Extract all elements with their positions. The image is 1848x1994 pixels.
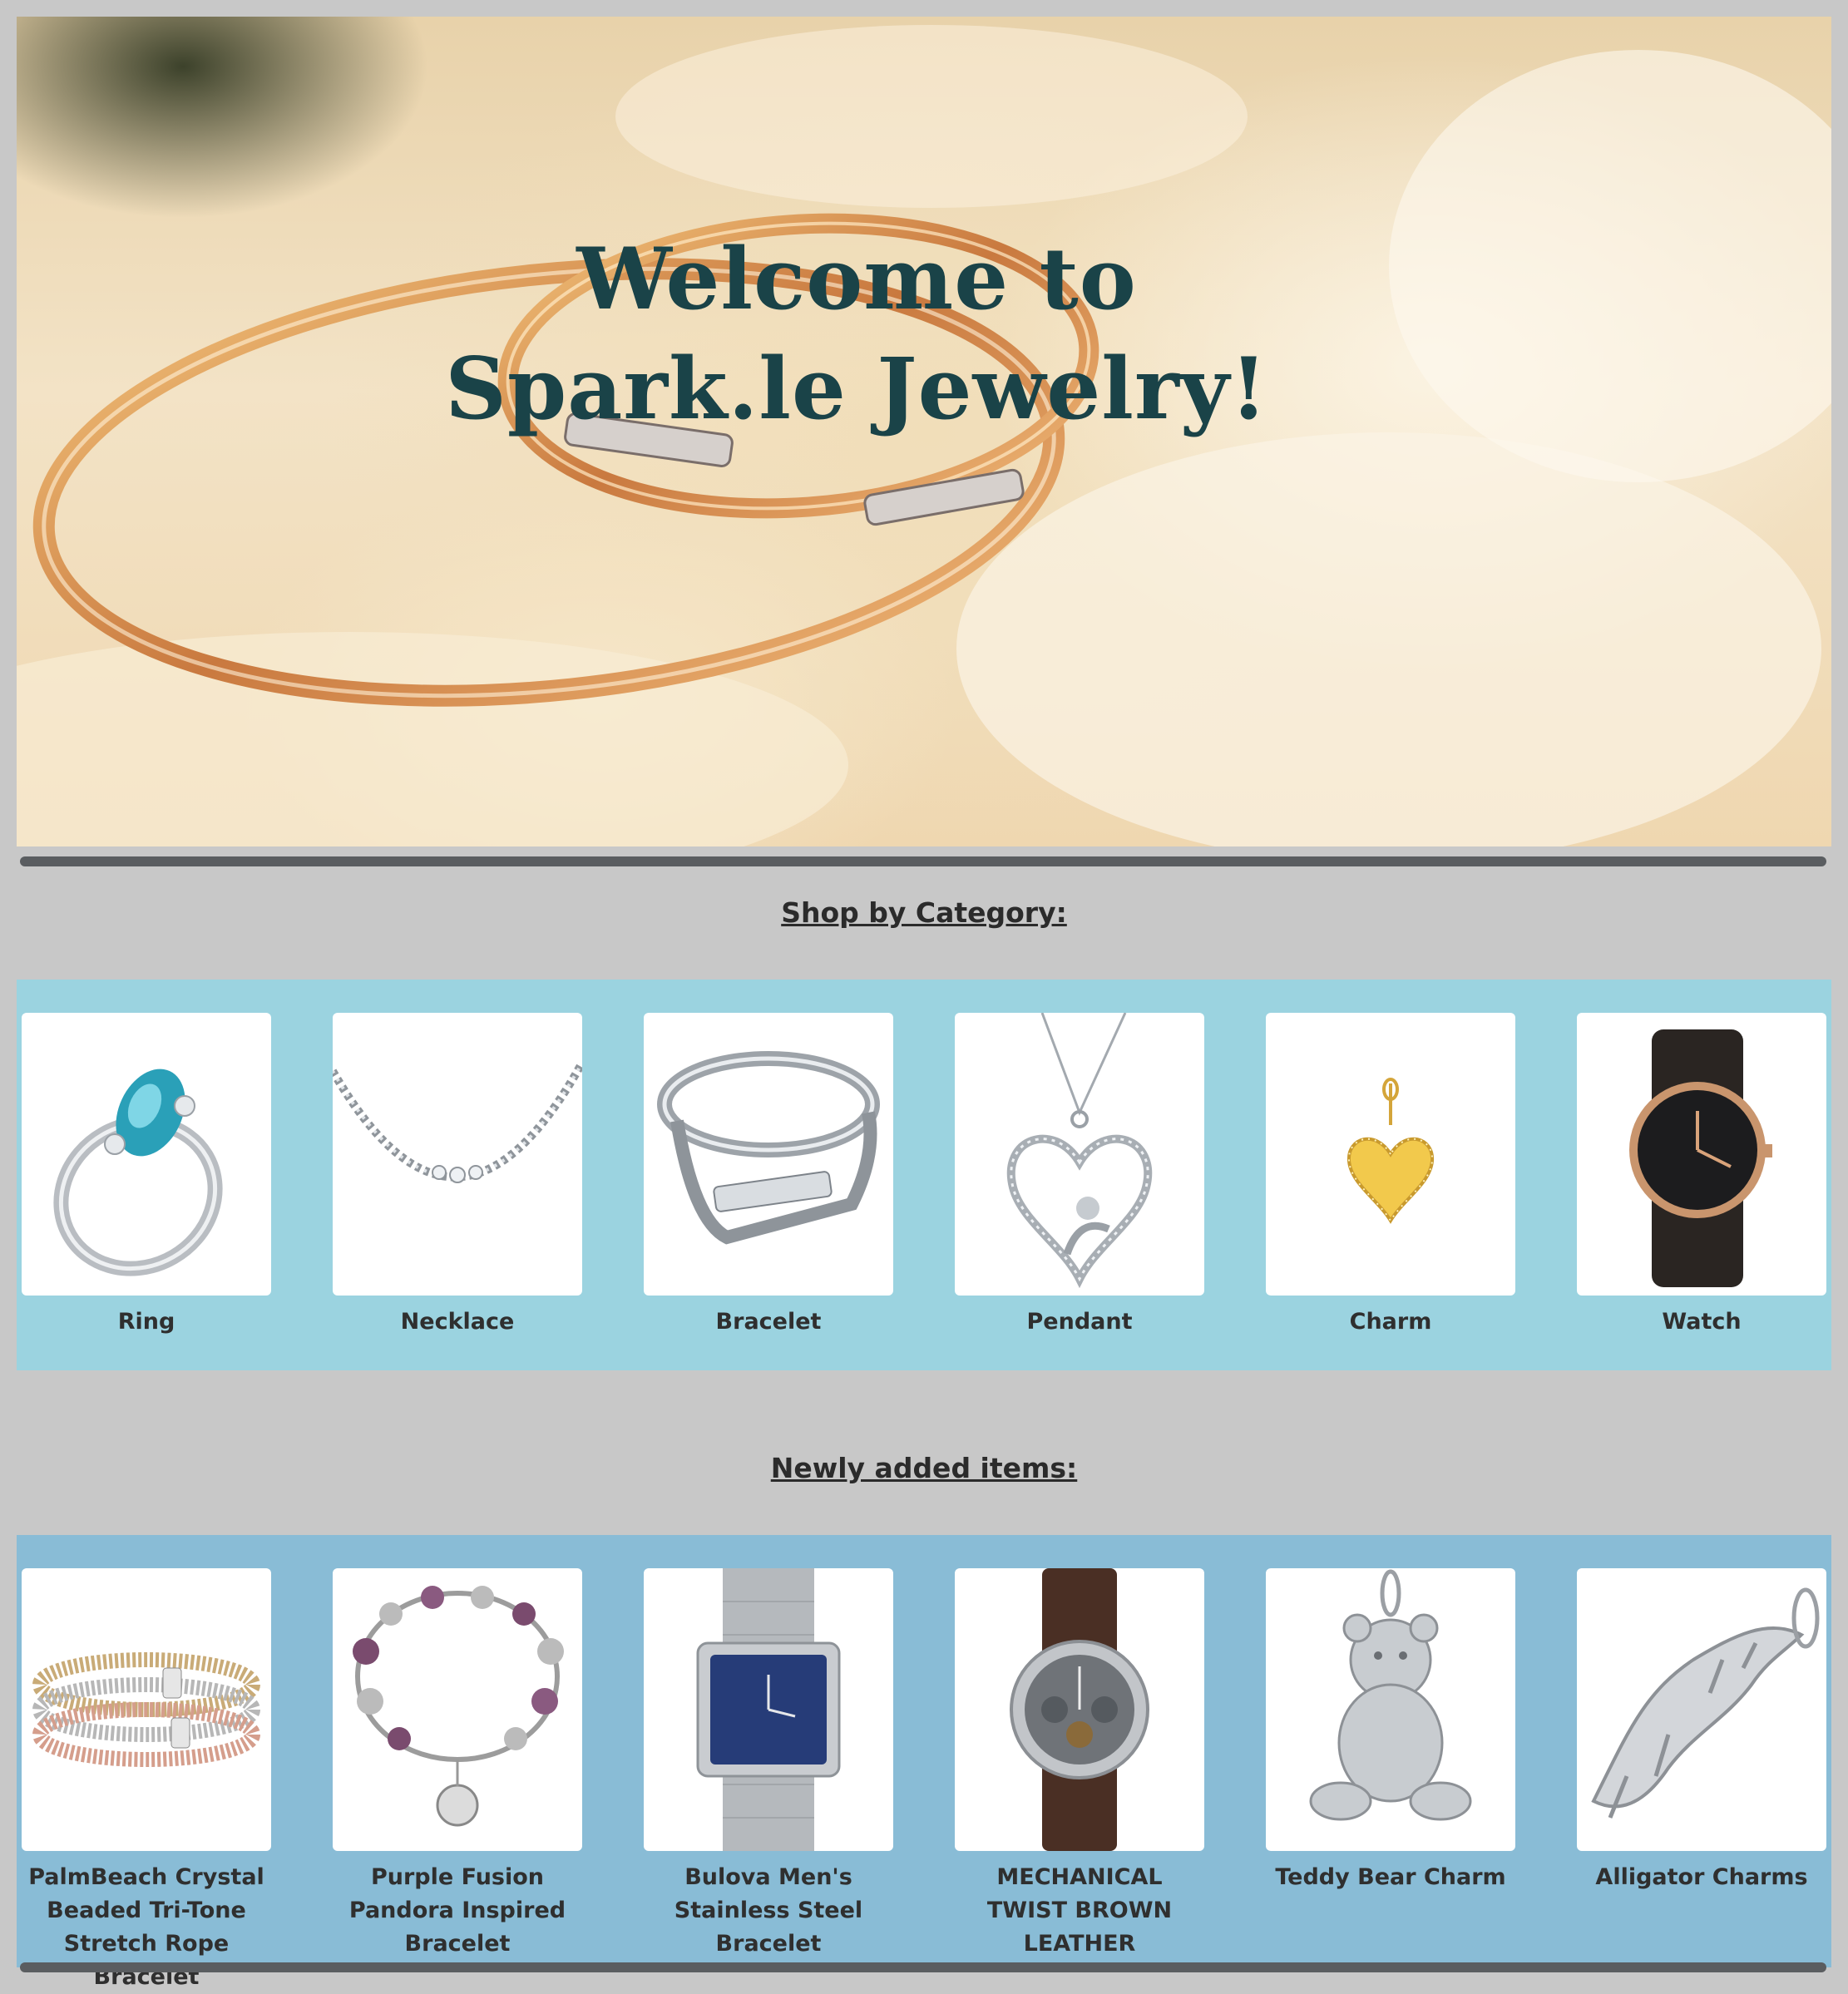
new-item-thumb[interactable]: [644, 1568, 893, 1851]
hero-title-line2: Spark.le Jewelry!: [445, 339, 1268, 439]
new-item-label[interactable]: MECHANICAL TWIST BROWN LEATHER: [955, 1861, 1204, 1961]
new-item-card[interactable]: Teddy Bear Charm: [1266, 1568, 1515, 1894]
category-card-charm[interactable]: Charm: [1266, 1013, 1515, 1339]
category-label-ring[interactable]: Ring: [22, 1305, 271, 1339]
category-card-pendant[interactable]: Pendant: [955, 1013, 1204, 1339]
category-card-watch[interactable]: Watch: [1577, 1013, 1826, 1339]
new-item-label[interactable]: Purple Fusion Pandora Inspired Bracelet: [333, 1861, 582, 1961]
shop-by-category-heading: Shop by Category:: [781, 896, 1067, 929]
charm-bracelet-image: [353, 1586, 564, 1827]
charm-icon: [1346, 1078, 1435, 1224]
new-item-thumb[interactable]: [22, 1568, 271, 1851]
alligator-charm-image: [1591, 1587, 1820, 1819]
watch-icon: [1629, 1029, 1772, 1287]
bracelet-icon: [657, 1051, 880, 1245]
new-items-band: PalmBeach Crystal Beaded Tri-Tone Stretc…: [17, 1535, 1831, 1990]
steel-watch-image: [696, 1568, 841, 1851]
category-thumb-ring[interactable]: [22, 1013, 271, 1296]
ring-icon: [53, 1069, 223, 1276]
new-item-card[interactable]: Alligator Charms: [1577, 1568, 1826, 1894]
hero-divider: [20, 856, 1826, 866]
category-card-necklace[interactable]: Necklace: [333, 1013, 582, 1339]
bottom-divider: [20, 1962, 1826, 1972]
new-item-card[interactable]: Bulova Men's Stainless Steel Bracelet: [644, 1568, 893, 1961]
category-thumb-charm[interactable]: [1266, 1013, 1515, 1296]
hero-title: Welcome to Spark.le Jewelry!: [17, 225, 1697, 444]
category-label-charm[interactable]: Charm: [1266, 1305, 1515, 1339]
new-item-label[interactable]: Alligator Charms: [1577, 1861, 1826, 1894]
new-item-label[interactable]: Teddy Bear Charm: [1266, 1861, 1515, 1894]
new-item-label[interactable]: PalmBeach Crystal Beaded Tri-Tone Stretc…: [22, 1861, 271, 1994]
new-item-thumb[interactable]: [1266, 1568, 1515, 1851]
category-band: Ring Necklace Bracelet Pendant Charm Wat…: [17, 980, 1831, 1370]
new-item-card[interactable]: PalmBeach Crystal Beaded Tri-Tone Stretc…: [22, 1568, 271, 1994]
new-item-card[interactable]: MECHANICAL TWIST BROWN LEATHER: [955, 1568, 1204, 1961]
stretch-bracelet-image: [32, 1652, 260, 1767]
category-thumb-bracelet[interactable]: [644, 1013, 893, 1296]
necklace-icon: [333, 1060, 582, 1183]
category-thumb-watch[interactable]: [1577, 1013, 1826, 1296]
leather-watch-image: [1010, 1568, 1149, 1851]
new-item-thumb[interactable]: [1577, 1568, 1826, 1851]
new-item-card[interactable]: Purple Fusion Pandora Inspired Bracelet: [333, 1568, 582, 1961]
category-card-ring[interactable]: Ring: [22, 1013, 271, 1339]
category-thumb-pendant[interactable]: [955, 1013, 1204, 1296]
category-thumb-necklace[interactable]: [333, 1013, 582, 1296]
newly-added-heading: Newly added items:: [770, 1452, 1078, 1484]
category-label-watch[interactable]: Watch: [1577, 1305, 1826, 1339]
category-card-bracelet[interactable]: Bracelet: [644, 1013, 893, 1339]
new-item-thumb[interactable]: [333, 1568, 582, 1851]
pendant-icon: [1006, 1013, 1153, 1289]
category-label-bracelet[interactable]: Bracelet: [644, 1305, 893, 1339]
category-label-pendant[interactable]: Pendant: [955, 1305, 1204, 1339]
teddy-bear-charm-image: [1309, 1569, 1472, 1821]
hero-title-line1: Welcome to: [576, 230, 1137, 329]
new-item-label[interactable]: Bulova Men's Stainless Steel Bracelet: [644, 1861, 893, 1961]
category-label-necklace[interactable]: Necklace: [333, 1305, 582, 1339]
hero-banner: Welcome to Spark.le Jewelry!: [17, 17, 1831, 846]
new-item-thumb[interactable]: [955, 1568, 1204, 1851]
